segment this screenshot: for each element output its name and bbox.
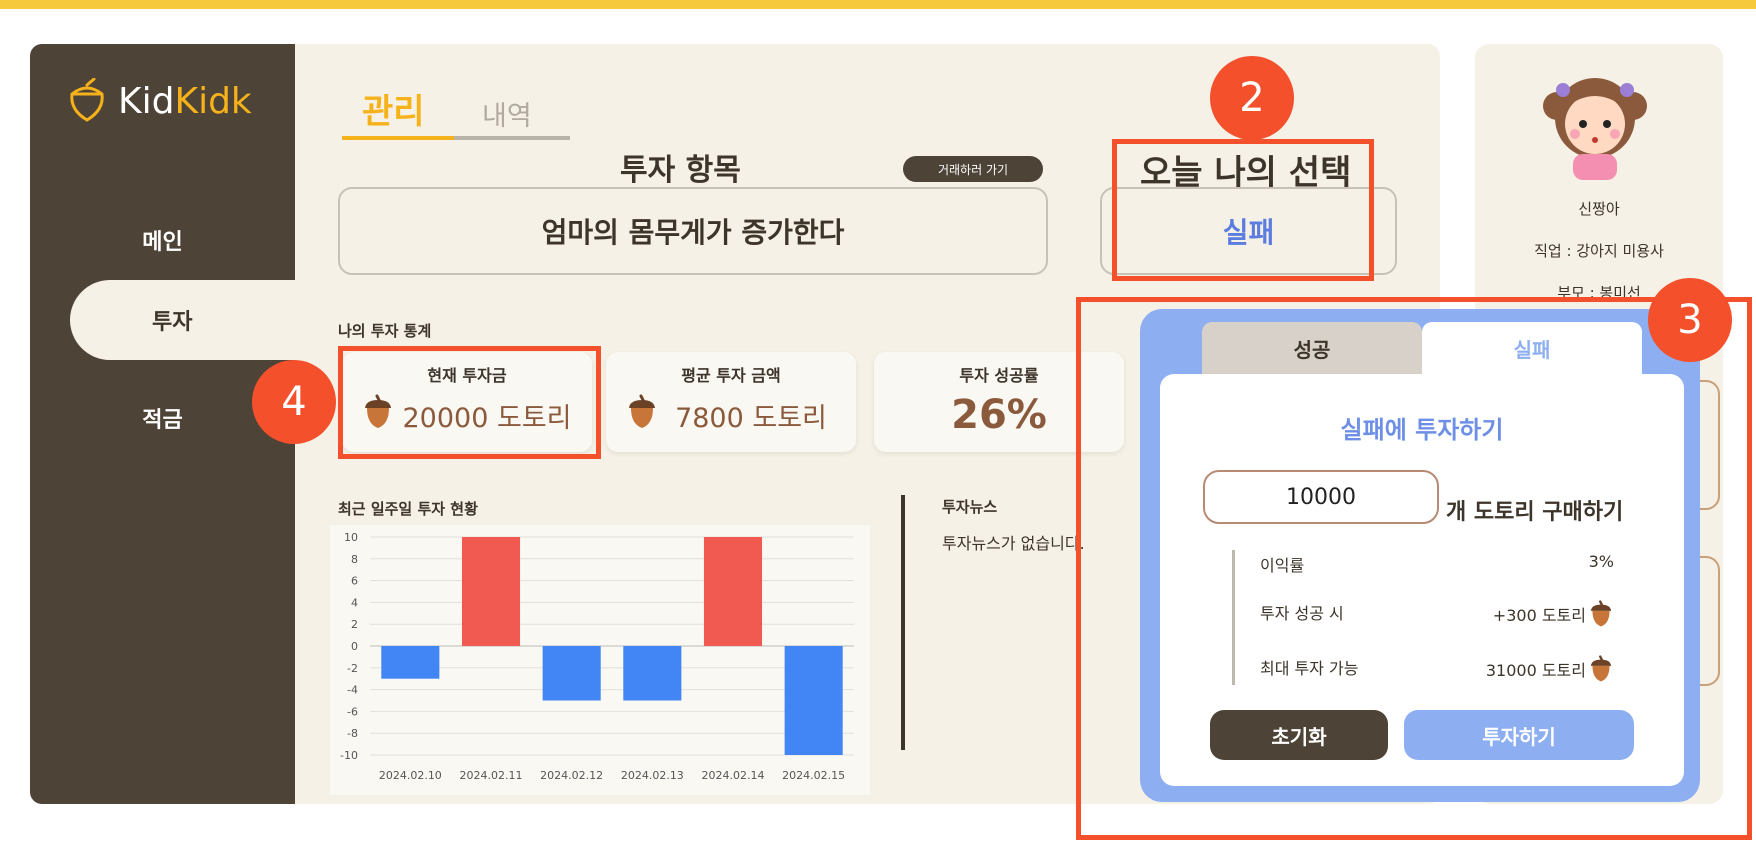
tab-manage[interactable]: 관리 (362, 84, 425, 133)
news-empty-message: 투자뉴스가 없습니다. (942, 534, 1085, 553)
chart-bar (703, 537, 763, 646)
callout-badge-3: 3 (1648, 278, 1732, 362)
chart-ytick-label: -6 (347, 705, 358, 718)
news-title: 투자뉴스 (942, 498, 998, 516)
invest-item-title: 투자 항목 (620, 153, 741, 188)
stats-label: 나의 투자 통계 (338, 322, 432, 340)
chart-xtick-label: 2024.02.10 (379, 769, 442, 782)
callout-badge-2: 2 (1210, 56, 1294, 140)
profile-job: 직업 : 강아지 미용사 (1534, 242, 1664, 260)
top-stripe (0, 0, 1756, 9)
chart-ytick-label: 8 (351, 553, 358, 566)
stat-card-average: 평균 투자 금액 7800 도토리 (606, 352, 856, 452)
chart-bar (542, 646, 601, 701)
chart-ytick-label: 2 (351, 618, 358, 631)
sidebar-item-main[interactable]: 메인 (30, 224, 295, 256)
news-divider (901, 495, 905, 750)
acorn-logo-icon (70, 78, 104, 122)
tab-indicator-inactive (454, 136, 570, 140)
chart-xtick-label: 2024.02.12 (540, 769, 603, 782)
sidebar-item-invest[interactable]: 투자 (70, 280, 295, 360)
callout-box-2 (1112, 139, 1374, 281)
chart-bar (623, 646, 682, 701)
chart-ytick-label: 0 (351, 640, 358, 653)
logo[interactable]: KidKidk (64, 78, 252, 124)
go-trade-button[interactable]: 거래하러 가기 (903, 156, 1043, 182)
weekly-invest-chart: 10 8 6 4 2 0 -2 -4 -6 -8 -10 2024.02.10 2024.02.11 20… (330, 525, 870, 795)
stat-average-title: 평균 투자 금액 (681, 366, 781, 385)
callout-box-3 (1076, 297, 1752, 840)
chart-ytick-label: 10 (344, 531, 358, 544)
chart-ytick-label: -2 (347, 662, 358, 675)
profile-switch-button[interactable]: 프로필 전환 (30, 806, 295, 832)
profile-name: 신짱아 (1578, 200, 1620, 218)
stat-average-value: 7800 도토리 (675, 403, 827, 434)
tab-history[interactable]: 내역 (482, 94, 532, 133)
tab-indicator-active (342, 136, 454, 140)
chart-svg: 10 8 6 4 2 0 -2 -4 -6 -8 -10 2024.02.10 2024.02.11 20… (330, 525, 870, 795)
chart-xtick-label: 2024.02.13 (621, 769, 684, 782)
invest-item-value: 엄마의 몸무게가 증가한다 (338, 187, 1048, 275)
sidebar: KidKidk 메인 투자 적금 프로필 전환 (30, 44, 295, 831)
chart-ytick-label: -8 (347, 727, 358, 740)
callout-box-4 (338, 346, 601, 459)
chart-ytick-label: -4 (347, 684, 358, 697)
sidebar-item-invest-label: 투자 (152, 310, 193, 335)
tab-bar: 관리 내역 (342, 84, 570, 140)
chart-ytick-label: 6 (351, 575, 358, 588)
logo-text: KidKidk (118, 80, 252, 122)
chart-xtick-label: 2024.02.15 (782, 769, 845, 782)
callout-badge-4: 4 (252, 360, 336, 444)
chart-xtick-label: 2024.02.14 (702, 769, 765, 782)
chart-bar (381, 646, 440, 679)
avatar (1543, 78, 1647, 180)
chart-ytick-label: 4 (351, 596, 358, 609)
chart-bar (461, 537, 521, 646)
chart-ytick-label: -10 (340, 749, 358, 762)
chart-xtick-label: 2024.02.11 (460, 769, 523, 782)
chart-bar (784, 646, 843, 755)
chart-section-label: 최근 일주일 투자 현황 (338, 500, 478, 518)
